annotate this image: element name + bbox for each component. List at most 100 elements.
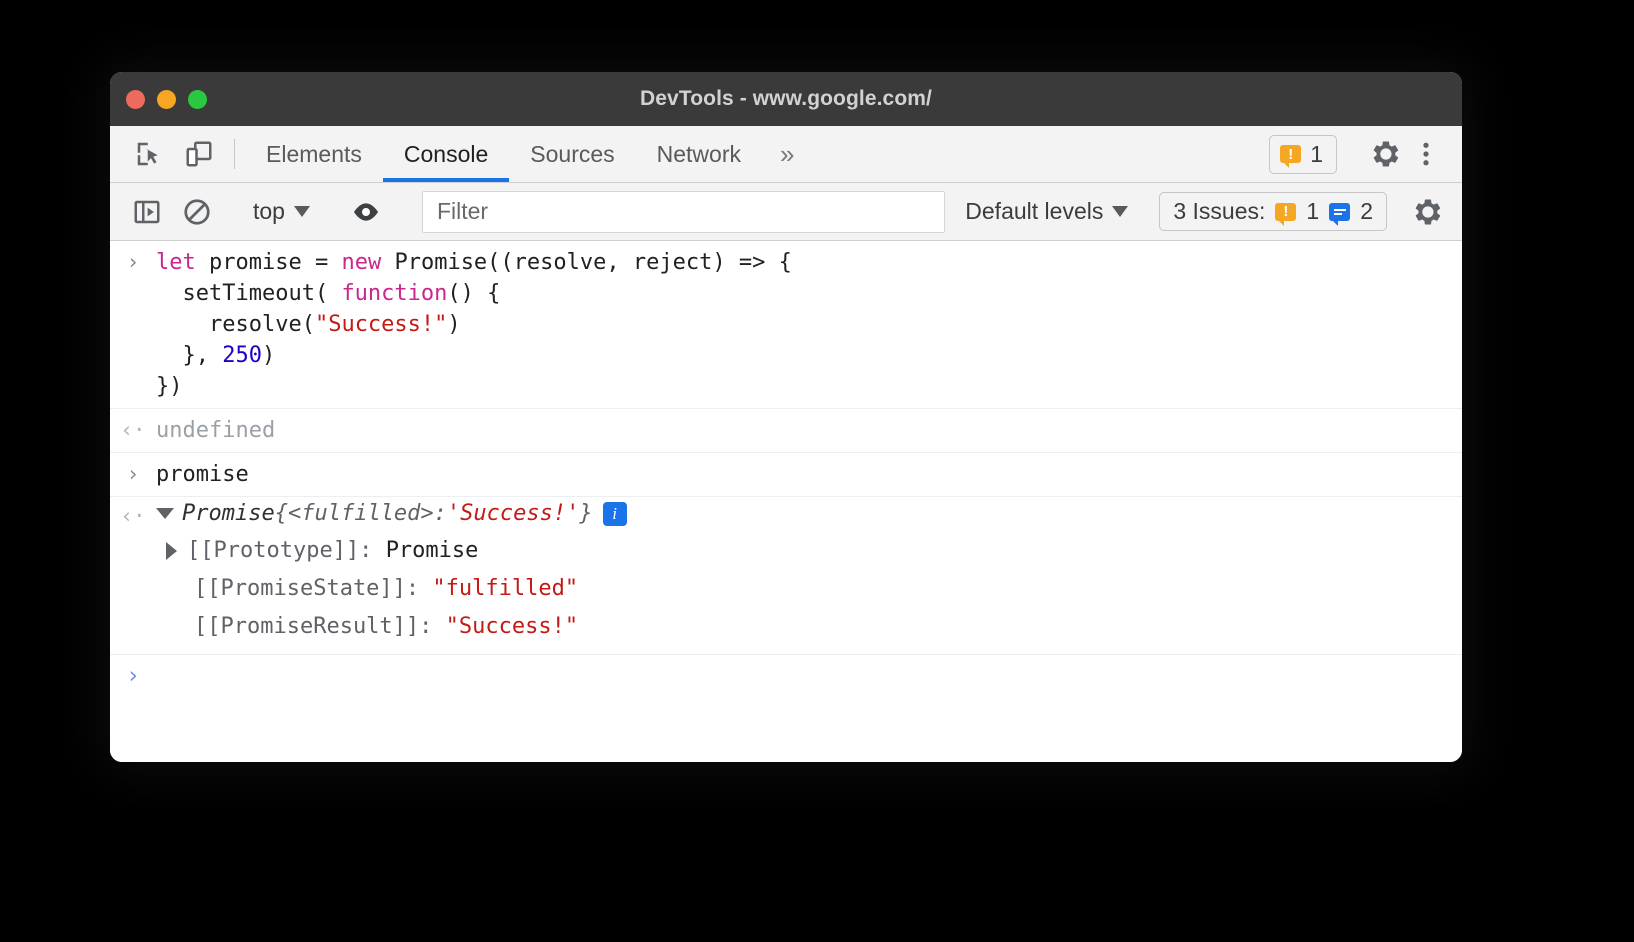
- more-tabs-button[interactable]: »: [762, 126, 812, 182]
- inspect-element-button[interactable]: [124, 126, 174, 182]
- code-token: =: [314, 250, 342, 275]
- more-options-button[interactable]: [1406, 139, 1446, 169]
- info-icon[interactable]: i: [602, 501, 627, 526]
- warning-glyph: !: [1283, 203, 1289, 220]
- output-chevron-icon: ‹·: [120, 504, 146, 528]
- title-bar: DevTools - www.google.com/: [110, 72, 1462, 126]
- code-token: promise: [156, 462, 249, 487]
- warning-glyph: !: [1288, 145, 1294, 163]
- property-key: [[PromiseState]]:: [194, 576, 433, 601]
- property-value: "Success!": [445, 614, 579, 639]
- console-message-list[interactable]: › let promise = new Promise((resolve, rej…: [110, 241, 1462, 762]
- tab-sources[interactable]: Sources: [509, 126, 635, 182]
- code-token: promise: [195, 250, 315, 275]
- tab-console[interactable]: Console: [383, 126, 509, 182]
- devtools-tab-bar: Elements Console Sources Network » ! 1: [110, 126, 1462, 183]
- execution-context-selector[interactable]: top: [243, 198, 320, 225]
- triangle-right-icon[interactable]: [166, 542, 177, 560]
- object-colon: :: [433, 501, 447, 526]
- log-levels-selector[interactable]: Default levels: [955, 198, 1138, 225]
- clear-console-icon: [184, 198, 210, 225]
- clear-console-button[interactable]: [172, 197, 222, 227]
- console-input-code: let promise = new Promise((resolve, reje…: [156, 247, 1462, 402]
- output-chevron-icon: ‹·: [120, 418, 146, 442]
- code-token: new: [341, 250, 382, 275]
- console-input-row: › let promise = new Promise((resolve, rej…: [110, 241, 1462, 409]
- code-token: function: [341, 281, 448, 306]
- console-output-value: undefined: [156, 418, 276, 443]
- live-expression-button[interactable]: [341, 196, 391, 228]
- object-summary[interactable]: Promise {<fulfilled>: 'Success!'} i: [156, 501, 627, 526]
- issues-label: 3 Issues:: [1173, 198, 1266, 224]
- object-brace-open: {: [274, 501, 288, 526]
- property-value: "fulfilled": [432, 576, 579, 601]
- issues-info-count: 2: [1360, 198, 1373, 224]
- code-token: ): [261, 343, 276, 368]
- tab-elements[interactable]: Elements: [245, 126, 383, 182]
- info-bars: [1333, 207, 1346, 217]
- object-property-row[interactable]: [[Prototype]]: Promise: [110, 532, 1462, 570]
- code-token: "Success!": [314, 312, 448, 337]
- panel-tabs: Elements Console Sources Network »: [245, 126, 1269, 182]
- property-value: Promise: [385, 538, 479, 563]
- issues-warning-count: 1: [1306, 198, 1320, 224]
- console-settings-button[interactable]: [1408, 197, 1448, 227]
- warning-count: 1: [1310, 140, 1323, 167]
- console-input-code: promise: [156, 459, 1462, 490]
- code-token: () {: [447, 281, 501, 306]
- close-window-button[interactable]: [126, 89, 145, 109]
- minimize-window-button[interactable]: [157, 89, 176, 109]
- input-chevron-icon: ›: [126, 462, 140, 486]
- devtools-window: DevTools - www.google.com/ Elements Cons…: [110, 72, 1462, 762]
- console-object-row: ‹· Promise {<fulfilled>: 'Success!'} i [[Pr…: [110, 497, 1462, 655]
- eye-icon: [353, 202, 378, 221]
- execution-context-label: top: [253, 198, 285, 224]
- code-token: },: [156, 343, 223, 368]
- object-property-row: [[PromiseResult]]: "Success!": [110, 608, 1462, 646]
- code-token: setTimeout(: [156, 281, 342, 306]
- device-toolbar-icon: [186, 141, 212, 167]
- sidebar-toggle-icon: [134, 200, 160, 223]
- gear-icon: [1415, 199, 1441, 225]
- chevron-down-icon: [293, 206, 310, 217]
- log-levels-label: Default levels: [965, 198, 1104, 224]
- console-toolbar: top Default levels 3 Issues: ! 1 2: [110, 183, 1462, 241]
- device-toolbar-button[interactable]: [174, 126, 224, 182]
- console-prompt-row[interactable]: ›: [110, 655, 1462, 698]
- code-token: ): [447, 312, 461, 337]
- code-token: Promise((resolve, reject) => {: [381, 250, 792, 275]
- object-value: 'Success!': [446, 501, 580, 526]
- code-token: resolve(: [156, 312, 315, 337]
- console-input-row: › promise: [110, 453, 1462, 497]
- chevron-down-icon: [1112, 206, 1129, 217]
- kebab-menu-icon: [1423, 142, 1429, 166]
- window-title: DevTools - www.google.com/: [640, 87, 932, 110]
- tab-bar-actions: ! 1: [1269, 126, 1462, 182]
- gear-icon: [1373, 141, 1399, 167]
- property-key: [[PromiseResult]]:: [194, 614, 446, 639]
- object-property-row: [[PromiseState]]: "fulfilled": [110, 570, 1462, 608]
- code-token: 250: [222, 343, 262, 368]
- property-key: [[Prototype]]:: [187, 538, 386, 563]
- inspect-element-icon: [137, 142, 158, 166]
- tab-network[interactable]: Network: [636, 126, 762, 182]
- console-output-row: ‹· undefined: [110, 409, 1462, 453]
- settings-button[interactable]: [1366, 139, 1406, 169]
- object-brace-close: }: [579, 501, 593, 526]
- filter-input[interactable]: [421, 190, 946, 233]
- code-token: let: [156, 250, 196, 275]
- object-state: <fulfilled>: [287, 501, 434, 526]
- warning-bubble-icon: !: [1280, 145, 1302, 168]
- object-class-name: Promise: [182, 501, 275, 526]
- toolbar-divider: [234, 139, 235, 169]
- prompt-chevron-icon: ›: [126, 663, 140, 689]
- window-controls: [110, 89, 207, 109]
- issues-info-icon: [1329, 202, 1351, 226]
- warning-badge[interactable]: ! 1: [1269, 134, 1337, 174]
- console-sidebar-toggle-button[interactable]: [122, 197, 172, 227]
- maximize-window-button[interactable]: [188, 89, 207, 109]
- input-chevron-icon: ›: [126, 250, 140, 274]
- triangle-down-icon[interactable]: [156, 508, 174, 519]
- code-token: }): [156, 374, 183, 399]
- issues-badge[interactable]: 3 Issues: ! 1 2: [1159, 192, 1387, 231]
